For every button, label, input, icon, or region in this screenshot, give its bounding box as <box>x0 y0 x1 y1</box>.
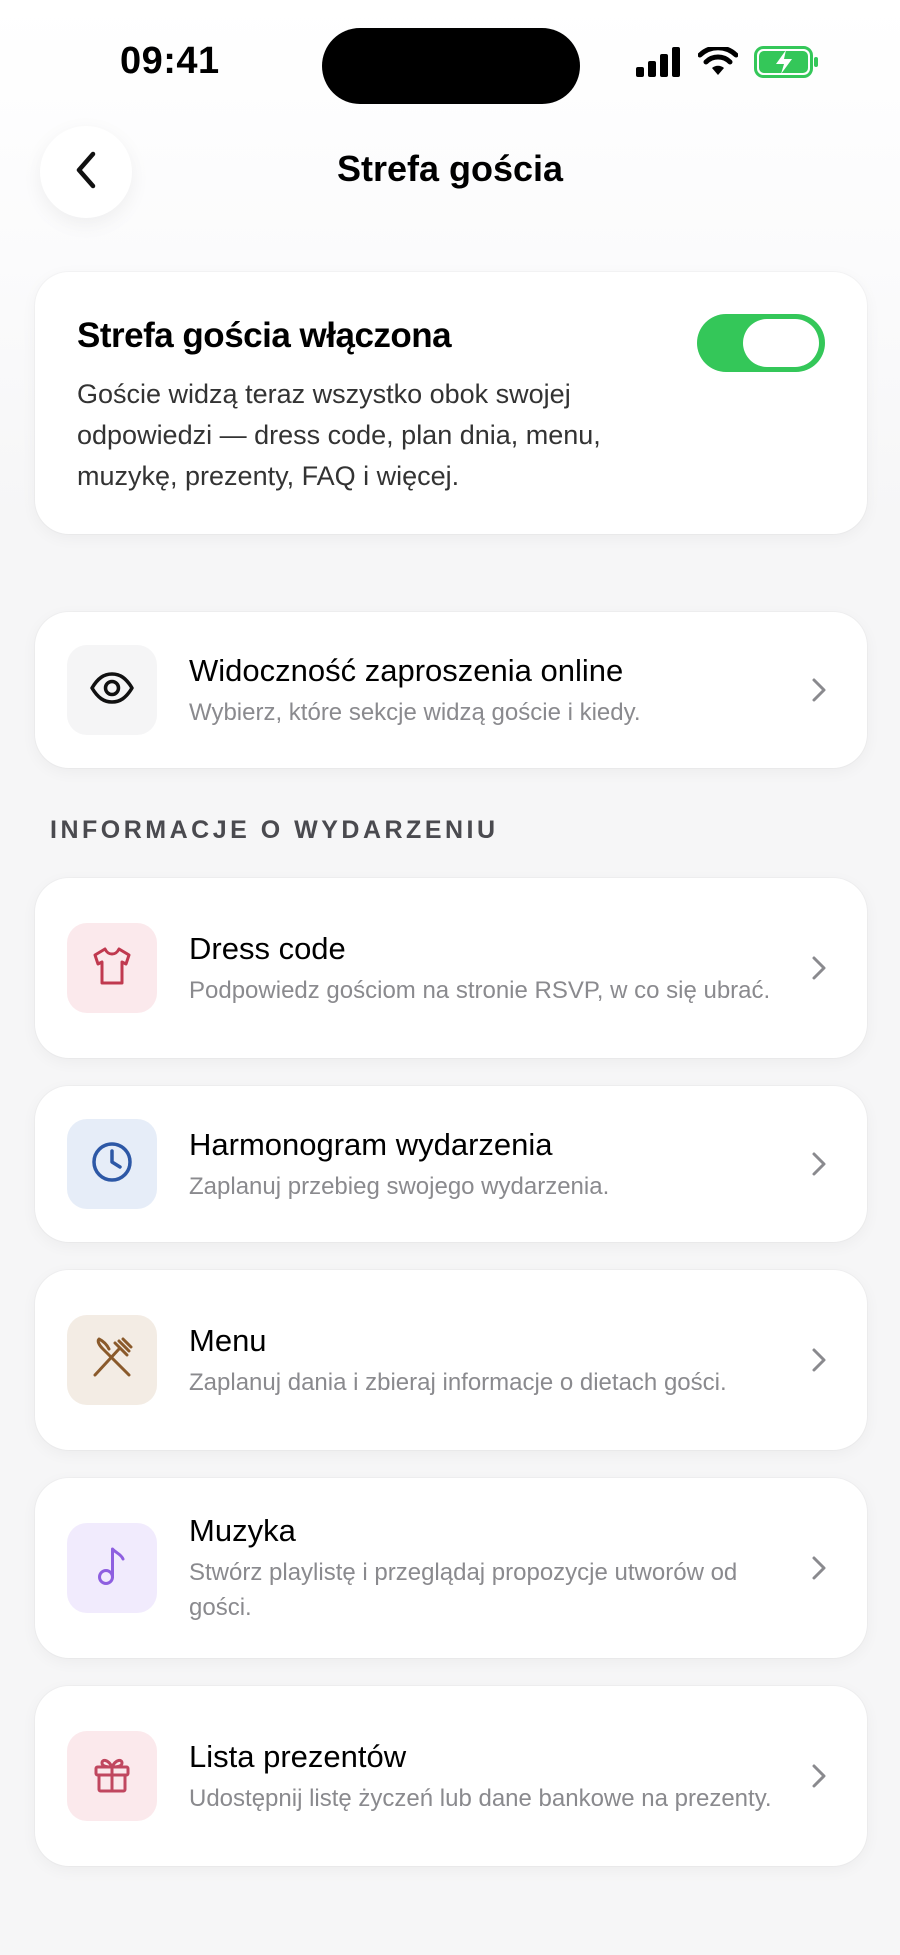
guest-zone-toggle[interactable] <box>697 314 825 372</box>
status-time: 09:41 <box>120 40 220 82</box>
eye-icon <box>89 665 135 716</box>
row-icon-box <box>67 1731 157 1821</box>
page-title: Strefa gościa <box>336 148 564 189</box>
status-icons <box>636 45 820 83</box>
row-text: Muzyka Stwórz playlistę i przeglądaj pro… <box>189 1511 807 1625</box>
row-icon-box <box>67 1119 157 1209</box>
section-label: INFORMACJE O WYDARZENIU <box>50 816 499 844</box>
menu-subtitle: Zaplanuj dania i zbieraj informacje o di… <box>189 1368 727 1396</box>
music-row[interactable]: Muzyka Stwórz playlistę i przeglądaj pro… <box>35 1478 867 1658</box>
row-icon-box <box>67 1523 157 1613</box>
schedule-subtitle: Zaplanuj przebieg swojego wydarzenia. <box>189 1172 610 1200</box>
row-text: Lista prezentów Udostępnij listę życzeń … <box>189 1737 807 1816</box>
row-text: Widoczność zaproszenia online Wybierz, k… <box>189 651 807 730</box>
chevron-right-icon <box>807 954 831 982</box>
battery-charging-icon <box>754 46 820 83</box>
wifi-icon <box>697 45 739 82</box>
row-text: Harmonogram wydarzenia Zaplanuj przebieg… <box>189 1125 807 1204</box>
visibility-row[interactable]: Widoczność zaproszenia online Wybierz, k… <box>35 612 867 768</box>
dress-code-row[interactable]: Dress code Podpowiedz gościom na stronie… <box>35 878 867 1058</box>
visibility-subtitle: Wybierz, które sekcje widzą goście i kie… <box>189 698 641 726</box>
music-title: Muzyka <box>189 1513 296 1548</box>
chevron-right-icon <box>807 1554 831 1582</box>
row-icon-box <box>67 645 157 735</box>
chevron-right-icon <box>807 676 831 704</box>
music-note-icon <box>89 1543 135 1594</box>
dress-code-subtitle: Podpowiedz gościom na stronie RSVP, w co… <box>189 976 771 1004</box>
schedule-title: Harmonogram wydarzenia <box>189 1126 553 1162</box>
row-text: Dress code Podpowiedz gościom na stronie… <box>189 929 807 1008</box>
guest-zone-card: Strefa gościa włączona Goście widzą tera… <box>35 272 867 534</box>
chevron-right-icon <box>807 1150 831 1178</box>
music-subtitle: Stwórz playlistę i przeglądaj propozycje… <box>189 1559 738 1621</box>
signal-icon <box>636 47 682 82</box>
shirt-icon <box>89 943 135 994</box>
screen: 09:41 Strefa gościa Strefa gościa włączo… <box>0 0 900 1955</box>
schedule-row[interactable]: Harmonogram wydarzenia Zaplanuj przebieg… <box>35 1086 867 1242</box>
gift-list-title: Lista prezentów <box>189 1738 407 1774</box>
menu-title: Menu <box>189 1322 267 1358</box>
utensils-icon <box>89 1335 135 1386</box>
row-text: Menu Zaplanuj dania i zbieraj informacje… <box>189 1321 807 1400</box>
gift-list-row[interactable]: Lista prezentów Udostępnij listę życzeń … <box>35 1686 867 1866</box>
menu-row[interactable]: Menu Zaplanuj dania i zbieraj informacje… <box>35 1270 867 1450</box>
dynamic-island <box>322 28 580 104</box>
visibility-title: Widoczność zaproszenia online <box>189 652 624 688</box>
chevron-right-icon <box>807 1346 831 1374</box>
clock-icon <box>89 1139 135 1190</box>
toggle-knob <box>743 319 819 367</box>
row-icon-box <box>67 1315 157 1405</box>
row-icon-box <box>67 923 157 1013</box>
dress-code-title: Dress code <box>189 930 346 966</box>
guest-zone-description: Goście widzą teraz wszystko obok swojej … <box>77 379 601 491</box>
chevron-right-icon <box>807 1762 831 1790</box>
gift-list-subtitle: Udostępnij listę życzeń lub dane bankowe… <box>189 1784 772 1812</box>
gift-icon <box>89 1751 135 1802</box>
